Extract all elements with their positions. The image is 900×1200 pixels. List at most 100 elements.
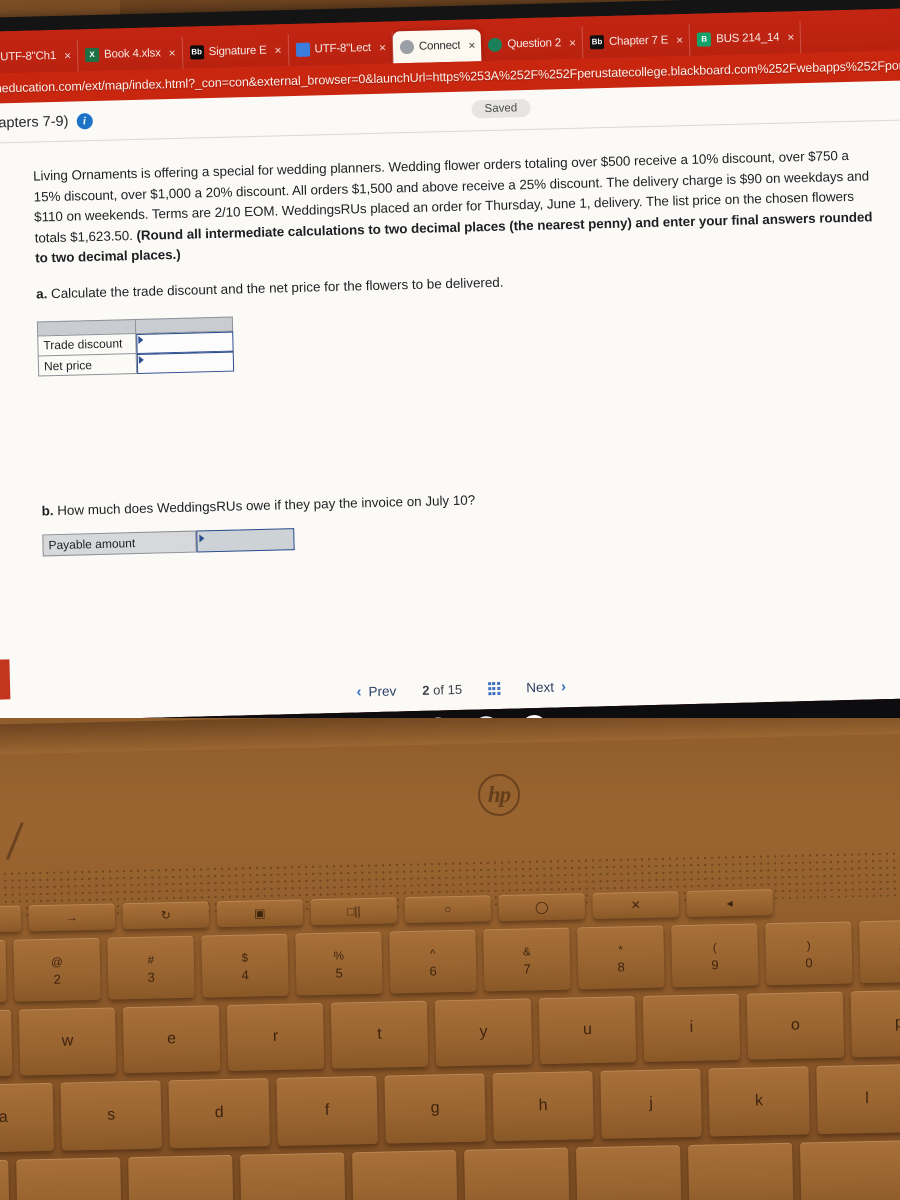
- key-letter-9[interactable]: p: [850, 989, 900, 1058]
- globe-icon: [399, 39, 415, 55]
- key-letter-1[interactable]: w: [18, 1007, 117, 1076]
- key-letter-4[interactable]: t: [330, 1000, 429, 1069]
- function-key-icon: ◯: [534, 899, 549, 914]
- key-num-0[interactable]: !1: [0, 939, 7, 1004]
- prev-label: Prev: [368, 683, 397, 699]
- browser-tab-5[interactable]: Question 2 ×: [480, 26, 584, 62]
- key-bottom-5[interactable]: [464, 1147, 570, 1200]
- payable-amount-input[interactable]: [196, 528, 295, 553]
- key-letter-0[interactable]: a: [0, 1082, 54, 1153]
- grid-view-icon[interactable]: [487, 682, 501, 695]
- key-legend-upper: @: [50, 956, 63, 969]
- key-letter-4[interactable]: g: [384, 1073, 486, 1144]
- browser-tab-3[interactable]: UTF-8"Lect ×: [288, 31, 394, 67]
- key-letter-8[interactable]: o: [746, 991, 845, 1060]
- part-a-label: a.: [35, 285, 48, 302]
- key-bottom-6[interactable]: [576, 1145, 682, 1200]
- key-fn-3[interactable]: ▣: [216, 899, 304, 928]
- key-fn-8[interactable]: ◂: [686, 889, 774, 917]
- key-bottom-2[interactable]: [128, 1154, 234, 1200]
- key-fn-7[interactable]: ✕: [592, 891, 680, 919]
- key-legend-lower: 5: [335, 965, 343, 981]
- key-letter-6[interactable]: u: [538, 996, 637, 1065]
- key-letter-5[interactable]: h: [492, 1071, 594, 1142]
- key-fn-4[interactable]: □||: [310, 897, 398, 926]
- key-num-6[interactable]: & 7: [483, 927, 571, 992]
- blackboard-icon: Bb: [189, 45, 204, 60]
- key-legend-upper: &: [522, 946, 531, 959]
- browser-tab-label: UTF-8"Ch1: [0, 49, 57, 64]
- key-num-9[interactable]: ) 0: [765, 921, 853, 986]
- key-bottom-3[interactable]: [240, 1152, 346, 1200]
- page-counter: 2 of 15: [422, 682, 462, 698]
- key-bottom-4[interactable]: [352, 1150, 458, 1200]
- key-letter-3[interactable]: r: [226, 1002, 325, 1071]
- key-legend-lower: 6: [429, 963, 437, 979]
- cell-trade-discount-input[interactable]: [135, 330, 234, 354]
- key-bottom-8[interactable]: [799, 1140, 900, 1200]
- next-button[interactable]: Next ›: [526, 678, 566, 696]
- key-fn-6[interactable]: ◯: [498, 893, 586, 922]
- key-legend-upper: (: [712, 942, 717, 955]
- close-icon[interactable]: ×: [376, 41, 386, 55]
- key-letter-8[interactable]: l: [816, 1063, 900, 1135]
- key-letter-6[interactable]: j: [600, 1068, 702, 1139]
- key-num-7[interactable]: * 8: [577, 925, 665, 990]
- key-letter-1[interactable]: s: [60, 1080, 162, 1151]
- key-num-2[interactable]: #3: [107, 935, 195, 1000]
- page-content: Chapters 7-9) i Saved Living Ornaments i…: [0, 80, 900, 722]
- close-icon[interactable]: ×: [271, 43, 281, 57]
- key-num-3[interactable]: $4: [201, 933, 289, 998]
- key-fn-5[interactable]: ○: [404, 895, 492, 924]
- close-icon[interactable]: ×: [784, 30, 794, 44]
- browser-tab-7[interactable]: B BUS 214_14 ×: [689, 21, 802, 56]
- close-icon[interactable]: ×: [61, 49, 71, 63]
- key-bottom-1[interactable]: [16, 1157, 122, 1200]
- key-fn-0[interactable]: ←: [0, 905, 22, 934]
- key-num-1[interactable]: @2: [13, 937, 101, 1002]
- key-bottom-7[interactable]: [687, 1142, 794, 1200]
- key-legend-upper: #: [147, 954, 155, 967]
- key-legend-lower: 3: [147, 969, 155, 985]
- key-bottom-0[interactable]: [0, 1159, 10, 1200]
- function-key-icon: ○: [444, 901, 452, 916]
- page-total: 15: [447, 681, 463, 698]
- close-icon[interactable]: ×: [465, 38, 475, 52]
- hp-logo: hp: [478, 774, 520, 816]
- key-letter-3[interactable]: f: [276, 1075, 378, 1146]
- key-letter-5[interactable]: y: [434, 998, 533, 1067]
- next-label: Next: [526, 679, 555, 695]
- close-icon[interactable]: ×: [566, 36, 576, 50]
- net-price-input[interactable]: [136, 351, 234, 374]
- key-legend-lower: 2: [53, 971, 62, 987]
- key-fn-1[interactable]: →: [28, 903, 116, 932]
- key-num-5[interactable]: ^ 6: [389, 929, 477, 994]
- key-legend-upper: *: [618, 944, 624, 957]
- trade-discount-input[interactable]: [135, 331, 234, 354]
- browser-tab-2[interactable]: Bb Signature E ×: [182, 34, 289, 69]
- key-num-8[interactable]: (9: [671, 923, 759, 988]
- key-legend-lower: 4: [241, 967, 249, 983]
- key-letter-0[interactable]: q: [0, 1009, 13, 1078]
- cell-net-price-input[interactable]: [135, 351, 234, 374]
- key-legend-upper: ^: [429, 948, 436, 961]
- question-body: Living Ornaments is offering a special f…: [0, 120, 900, 558]
- close-icon[interactable]: ×: [673, 33, 683, 47]
- answer-table-b: Payable amount: [42, 528, 295, 557]
- chevron-left-icon: ‹: [356, 683, 362, 701]
- key-letter-7[interactable]: i: [642, 993, 741, 1062]
- prev-button[interactable]: ‹ Prev: [356, 683, 396, 701]
- browser-tab-1[interactable]: X Book 4.xlsx ×: [77, 36, 184, 72]
- browser-tab-0[interactable]: UTF-8"Ch1 ×: [0, 39, 79, 75]
- key-num-4[interactable]: % 5: [295, 931, 383, 996]
- close-icon[interactable]: ×: [166, 46, 176, 60]
- key-letter-2[interactable]: e: [122, 1005, 221, 1074]
- key-letter-2[interactable]: d: [168, 1078, 270, 1149]
- browser-tab-6[interactable]: Bb Chapter 7 E ×: [582, 23, 691, 59]
- browser-tab-4[interactable]: Connect ×: [392, 29, 482, 64]
- key-letter-7[interactable]: k: [708, 1066, 810, 1137]
- info-icon[interactable]: i: [76, 112, 93, 129]
- key-num-10[interactable]: _-: [859, 919, 900, 984]
- key-fn-2[interactable]: ↻: [122, 901, 210, 930]
- part-a-text: Calculate the trade discount and the net…: [47, 274, 504, 301]
